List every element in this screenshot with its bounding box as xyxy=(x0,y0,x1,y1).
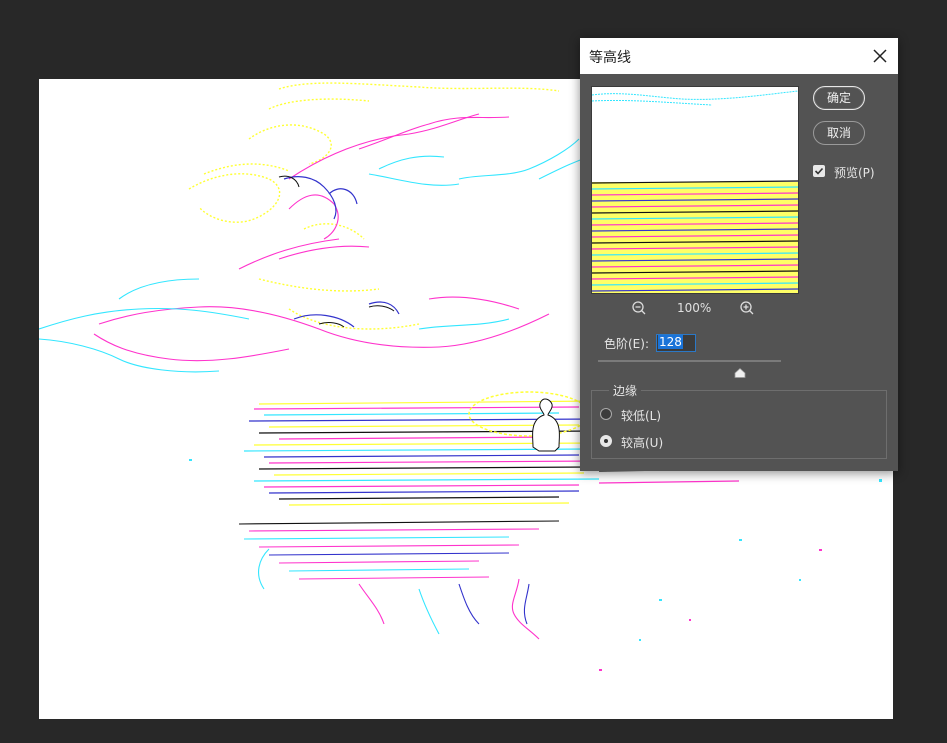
zoom-out-icon[interactable] xyxy=(631,300,647,316)
radio-icon[interactable] xyxy=(600,408,612,420)
edge-group-title: 边缘 xyxy=(609,382,642,399)
dialog-titlebar[interactable]: 等高线 xyxy=(580,38,898,74)
level-value: 128 xyxy=(658,335,683,349)
close-icon[interactable] xyxy=(870,46,890,66)
zoom-controls: 100% xyxy=(591,300,797,318)
preview-thumbnail[interactable] xyxy=(591,86,799,294)
dialog-title: 等高线 xyxy=(589,50,631,66)
checkmark-icon[interactable] xyxy=(813,165,825,177)
edge-upper-label: 较高(U) xyxy=(621,436,664,450)
level-input[interactable]: 128 xyxy=(656,334,696,352)
zoom-in-icon[interactable] xyxy=(739,300,755,316)
level-slider-track[interactable] xyxy=(598,360,781,362)
edge-lower-label: 较低(L) xyxy=(621,409,662,423)
slider-thumb-icon[interactable] xyxy=(734,363,746,378)
radio-selected-icon[interactable] xyxy=(600,435,612,447)
ok-button[interactable]: 确定 xyxy=(813,86,865,110)
level-label: 色阶(E): xyxy=(604,337,649,351)
preview-label: 预览(P) xyxy=(834,166,875,180)
zoom-level: 100% xyxy=(677,301,712,315)
cancel-button[interactable]: 取消 xyxy=(813,121,865,145)
contour-dialog: 等高线 100% 确定 取消 预览(P) 色阶(E): 128 边缘 较低(L)… xyxy=(580,38,898,471)
